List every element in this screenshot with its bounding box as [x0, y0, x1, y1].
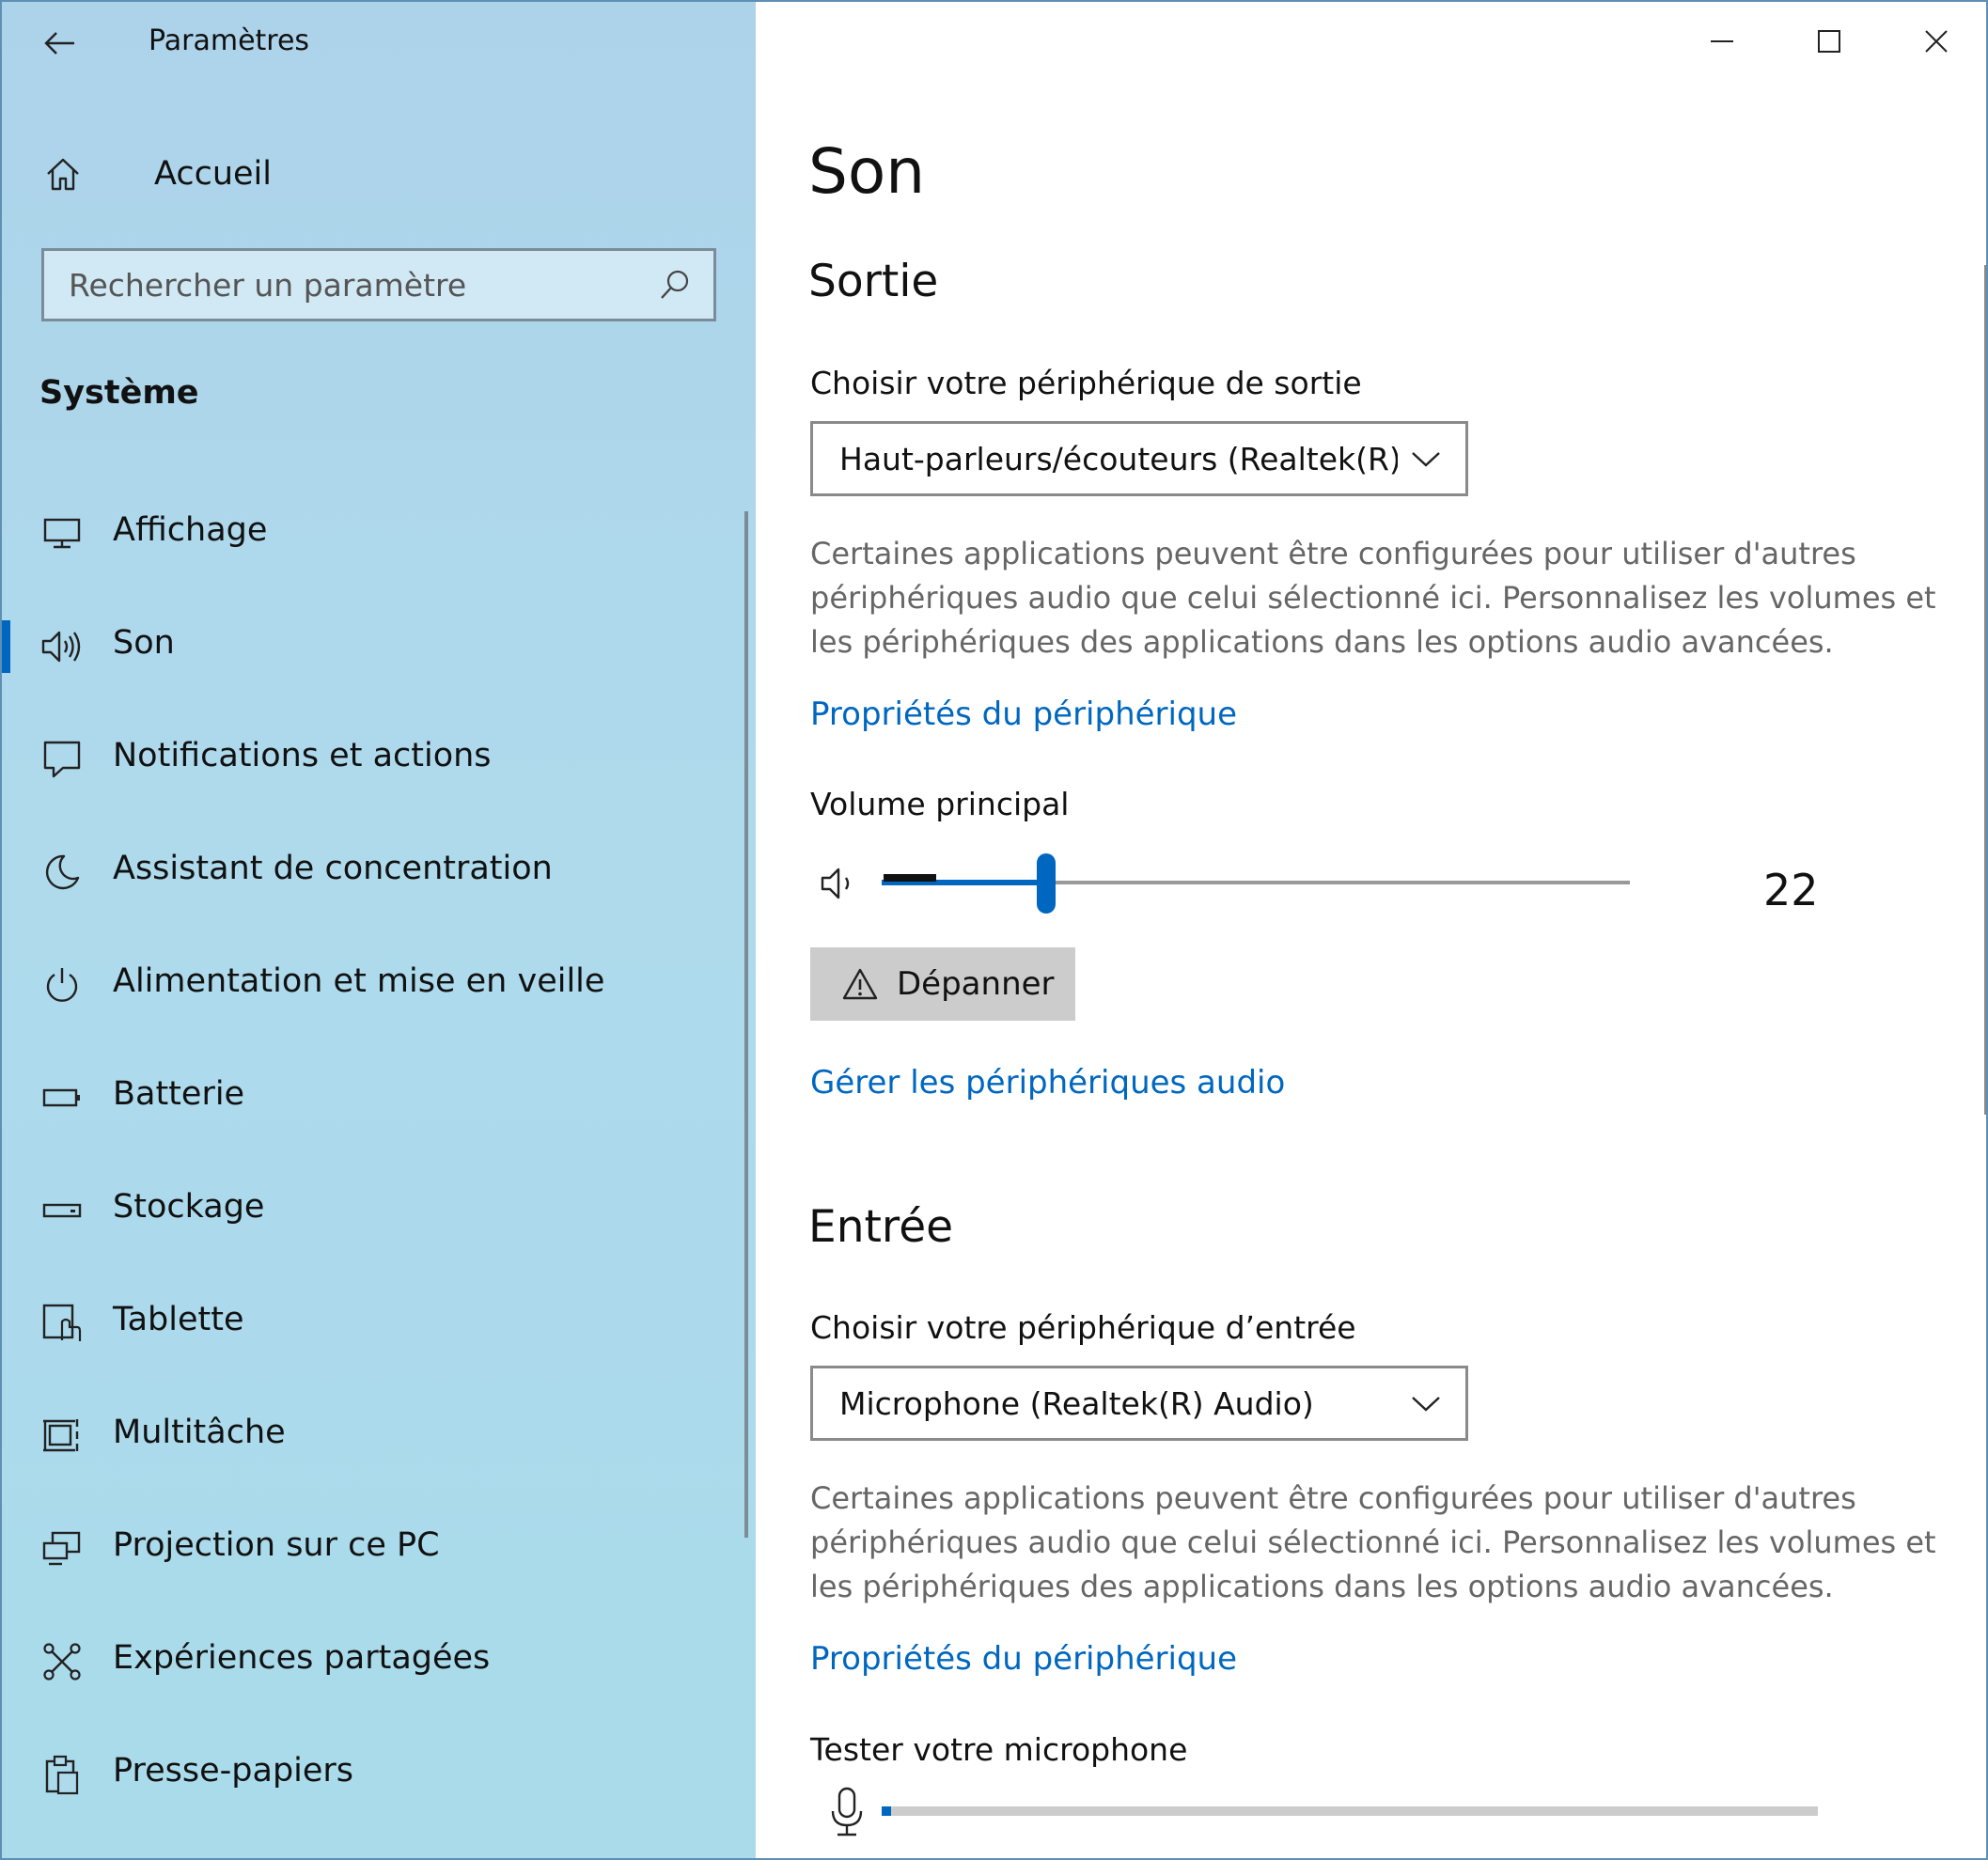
volume-speaker-icon[interactable]: [812, 857, 865, 910]
master-volume-label: Volume principal: [810, 786, 1070, 822]
volume-value: 22: [1763, 865, 1819, 915]
home-label: Accueil: [154, 155, 272, 193]
close-icon: [1925, 30, 1948, 53]
clipboard-icon: [36, 1748, 88, 1801]
minimize-button[interactable]: [1668, 2, 1776, 81]
volume-slider[interactable]: [882, 853, 1630, 914]
input-device-properties-link[interactable]: Propriétés du périphérique: [810, 1638, 1237, 1680]
test-microphone-label: Tester votre microphone: [810, 1731, 1188, 1768]
page-title: Son: [808, 135, 926, 208]
input-device-dropdown[interactable]: Microphone (Realtek(R) Audio): [810, 1366, 1468, 1441]
volume-level-marker: [884, 874, 936, 882]
sidebar-item-label: Affichage: [113, 511, 268, 549]
sidebar-item-clipboard[interactable]: Presse-papiers: [2, 1731, 744, 1818]
output-device-dropdown[interactable]: Haut-parleurs/écouteurs (Realtek(R)...: [810, 421, 1468, 496]
back-arrow-icon: [44, 32, 74, 55]
minimize-icon: [1711, 40, 1733, 42]
sidebar-item-multitask[interactable]: Multitâche: [2, 1393, 744, 1479]
search-input[interactable]: [44, 250, 650, 320]
multitask-icon: [36, 1410, 88, 1462]
power-icon: [36, 959, 88, 1011]
microphone-level-meter: [882, 1806, 1818, 1816]
sidebar-item-label: Presse-papiers: [113, 1752, 354, 1790]
sidebar-item-label: Assistant de concentration: [113, 850, 553, 887]
sidebar: Paramètres Accueil Système: [2, 2, 756, 1858]
selected-indicator: [2, 620, 10, 673]
storage-icon: [36, 1184, 88, 1237]
maximize-icon: [1818, 30, 1840, 53]
warning-icon: [837, 961, 884, 1008]
input-device-label: Choisir votre périphérique d’entrée: [810, 1309, 1356, 1346]
battery-icon: [36, 1071, 88, 1124]
shared-experiences-icon: [36, 1635, 88, 1688]
home-icon: [39, 150, 86, 197]
app-title: Paramètres: [149, 24, 310, 57]
projection-icon: [36, 1523, 88, 1575]
sidebar-item-affichage[interactable]: Affichage: [2, 491, 744, 577]
search-icon[interactable]: [650, 259, 700, 310]
sidebar-item-notifications[interactable]: Notifications et actions: [2, 716, 744, 803]
monitor-icon: [36, 508, 88, 560]
sidebar-item-label: Notifications et actions: [113, 737, 492, 774]
speaker-icon: [36, 620, 88, 673]
troubleshoot-label: Dépanner: [897, 965, 1055, 1003]
troubleshoot-button[interactable]: Dépanner: [810, 947, 1075, 1021]
output-heading: Sortie: [808, 256, 939, 307]
chevron-down-icon: [1398, 430, 1454, 487]
sidebar-item-battery[interactable]: Batterie: [2, 1055, 744, 1141]
sidebar-item-shared-experiences[interactable]: Expériences partagées: [2, 1618, 744, 1705]
sidebar-item-label: Son: [113, 624, 175, 662]
output-description: Certaines applications peuvent être conf…: [810, 536, 1936, 660]
window-controls: [1668, 2, 1986, 81]
output-device-label: Choisir votre périphérique de sortie: [810, 365, 1362, 401]
settings-window: Paramètres Accueil Système: [0, 0, 1988, 1860]
home-link[interactable]: Accueil: [39, 141, 697, 207]
sidebar-item-label: Alimentation et mise en veille: [113, 962, 605, 1000]
input-device-value: Microphone (Realtek(R) Audio): [839, 1384, 1314, 1422]
back-button[interactable]: [34, 19, 86, 68]
sidebar-scrollbar[interactable]: [744, 511, 748, 1538]
microphone-level-fill: [882, 1806, 891, 1816]
search-box[interactable]: [41, 248, 716, 321]
maximize-button[interactable]: [1776, 2, 1883, 81]
chevron-down-icon: [1398, 1375, 1454, 1431]
manage-audio-devices-link[interactable]: Gérer les périphériques audio: [810, 1062, 1285, 1103]
sidebar-item-label: Stockage: [113, 1188, 265, 1226]
sidebar-item-label: Batterie: [113, 1075, 245, 1113]
section-title: Système: [39, 374, 199, 412]
input-description: Certaines applications peuvent être conf…: [810, 1480, 1936, 1604]
sidebar-item-power[interactable]: Alimentation et mise en veille: [2, 942, 744, 1028]
volume-thumb[interactable]: [1037, 853, 1056, 914]
main-content: Son Sortie Choisir votre périphérique de…: [756, 2, 1986, 1858]
sidebar-item-focus-assist[interactable]: Assistant de concentration: [2, 829, 744, 915]
main-scrollbar[interactable]: [1984, 265, 1986, 1115]
sidebar-item-projection[interactable]: Projection sur ce PC: [2, 1506, 744, 1592]
output-device-value: Haut-parleurs/écouteurs (Realtek(R)...: [839, 440, 1398, 477]
close-button[interactable]: [1883, 2, 1986, 81]
tablet-icon: [36, 1297, 88, 1350]
microphone-icon: [823, 1784, 870, 1840]
sidebar-item-son[interactable]: Son: [2, 603, 744, 690]
input-heading: Entrée: [808, 1201, 954, 1253]
output-device-properties-link[interactable]: Propriétés du périphérique: [810, 694, 1237, 735]
sidebar-item-storage[interactable]: Stockage: [2, 1167, 744, 1254]
sidebar-item-label: Projection sur ce PC: [113, 1526, 440, 1564]
sidebar-item-tablet[interactable]: Tablette: [2, 1280, 744, 1367]
sidebar-item-label: Expériences partagées: [113, 1639, 491, 1677]
sidebar-item-label: Multitâche: [113, 1414, 286, 1451]
notification-icon: [36, 733, 88, 786]
moon-icon: [36, 846, 88, 899]
sidebar-item-label: Tablette: [113, 1301, 244, 1338]
